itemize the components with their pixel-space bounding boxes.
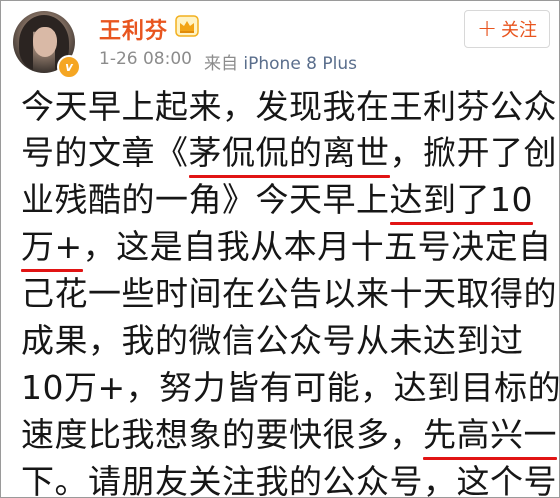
plus-icon: + [476,14,498,42]
post-text-line: 速度比我想象的要快很多，先高兴一 [21,415,557,460]
follow-label: 关注 [501,20,538,41]
text-segment: 号的文章《 [21,133,189,172]
source-prefix: 来自 [203,54,238,74]
underlined-text: 先高兴一 [423,415,557,460]
underlined-text: 万+ [21,227,83,272]
verified-badge-icon: v [57,55,81,79]
text-segment: ，这是自我从本月十五号决定自 [82,227,552,266]
text-segment: 业残酷的一角》今天早上 [21,180,390,219]
post-text-line: 业残酷的一角》今天早上达到了10 [21,180,533,225]
weibo-post-card: v 王利芬 1-26 08:00 来自 iPhone 8 Plus + 关注 今… [0,0,560,498]
text-segment: 速度比我想象的要快很多， [21,415,423,454]
avatar-face [33,27,57,57]
source-client: iPhone 8 Plus [243,54,358,74]
post-text-line: 成果，我的微信公众号从未达到过 [21,321,524,361]
underlined-text: 下。请朋友关注我的公众号 [21,462,423,497]
underlined-text: 达到了10 [389,180,533,225]
post-text-line: 号的文章《茅侃侃的离世，掀开了创 [21,133,557,178]
underlined-text: 茅侃侃的离世 [188,133,390,178]
text-segment: 10万+，努力皆有可能，达到目标的 [21,368,560,407]
username[interactable]: 王利芬 [99,13,168,45]
post-text-line: 万+，这是自我从本月十五号决定自 [21,227,552,272]
post-text-line: 今天早上起来，发现我在王利芬公众 [21,87,557,127]
crown-icon [175,15,199,37]
text-segment: 己花一些时间在公告以来十天取得的 [21,274,557,313]
post-text-line: 10万+，努力皆有可能，达到目标的 [21,368,560,408]
text-segment: ，掀开了创 [389,133,557,172]
text-segment: 成果，我的微信公众号从未达到过 [21,321,524,360]
text-segment: 今天早上起来，发现我在王利芬公众 [21,87,557,126]
post-text-line: 己花一些时间在公告以来十天取得的 [21,274,557,314]
follow-button[interactable]: + 关注 [464,10,550,48]
post-text-line: 下。请朋友关注我的公众号，这个号 [21,462,557,498]
post-meta: 1-26 08:00 来自 iPhone 8 Plus [99,49,357,74]
post-source: 来自 iPhone 8 Plus [204,49,357,74]
text-segment: ，这个号 [423,462,557,498]
post-timestamp: 1-26 08:00 [99,49,192,69]
